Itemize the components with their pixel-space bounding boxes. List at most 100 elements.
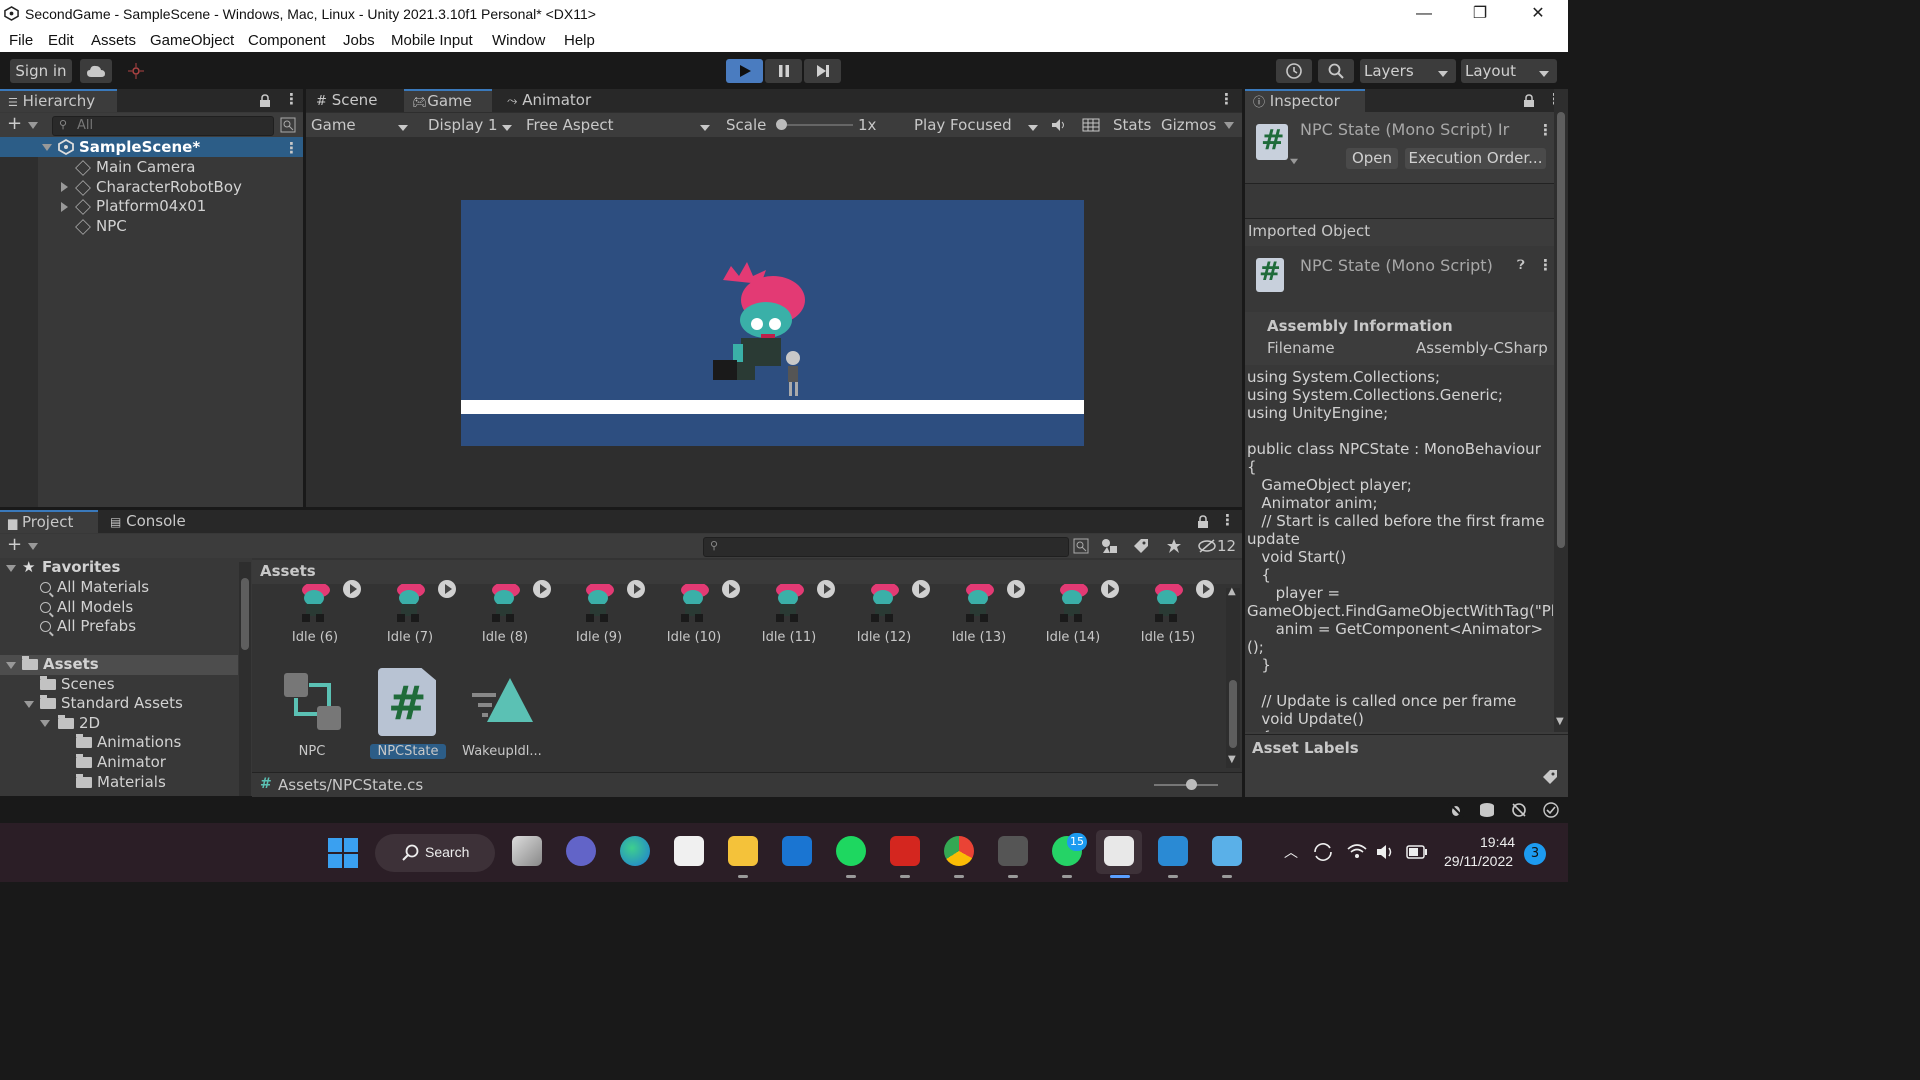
asset-idle-item[interactable]: Idle (9): [554, 580, 645, 646]
favorite-all-materials[interactable]: All Materials: [40, 578, 149, 596]
cloud-button[interactable]: [80, 59, 112, 83]
play-preview-icon[interactable]: [438, 580, 456, 598]
gizmos-dropdown-icon[interactable]: [1224, 122, 1234, 129]
tree-animator[interactable]: Animator: [76, 753, 166, 771]
lock-icon[interactable]: [1197, 515, 1209, 529]
script-more-icon[interactable]: ⋮: [1538, 256, 1553, 274]
play-preview-icon[interactable]: [627, 580, 645, 598]
tab-project[interactable]: ▆ Project: [0, 510, 98, 533]
tab-animator[interactable]: ⤳ Animator: [499, 89, 599, 112]
expand-arrow-icon[interactable]: [61, 182, 68, 192]
clock-date[interactable]: 29/11/2022: [1444, 853, 1513, 869]
asset-idle-item[interactable]: Idle (15): [1123, 580, 1214, 646]
expand-arrow-icon[interactable]: [42, 144, 52, 151]
gizmos-button[interactable]: Gizmos: [1161, 116, 1216, 134]
scroll-down-icon[interactable]: ▼: [1556, 716, 1564, 727]
icon-size-slider-handle[interactable]: [1186, 779, 1197, 790]
menu-help[interactable]: Help: [564, 32, 595, 49]
icon-dropdown-icon[interactable]: [1290, 158, 1298, 165]
tree-scenes[interactable]: Scenes: [40, 675, 115, 693]
play-preview-icon[interactable]: [912, 580, 930, 598]
filter-type-icon[interactable]: [1101, 538, 1119, 554]
menu-mobile-input[interactable]: Mobile Input: [391, 32, 473, 49]
mute-audio-icon[interactable]: [1051, 117, 1067, 133]
project-search-input[interactable]: ⚲: [703, 537, 1069, 557]
project-more-icon[interactable]: ⋮: [1220, 511, 1235, 529]
expand-arrow-icon[interactable]: [61, 202, 68, 212]
menu-edit[interactable]: Edit: [48, 32, 74, 49]
vscode-icon[interactable]: [1158, 836, 1188, 866]
add-dropdown-icon[interactable]: [28, 543, 38, 550]
play-preview-icon[interactable]: [343, 580, 361, 598]
header-more-icon[interactable]: ⋮: [1538, 121, 1553, 139]
check-status-icon[interactable]: [1543, 802, 1559, 818]
scroll-down-icon[interactable]: ▼: [1228, 754, 1236, 765]
tree-scrollbar-thumb[interactable]: [241, 578, 249, 650]
stats-button[interactable]: Stats: [1113, 116, 1151, 134]
add-dropdown-icon[interactable]: [28, 122, 38, 129]
history-button[interactable]: [1276, 59, 1312, 83]
favorite-all-models[interactable]: All Models: [40, 598, 133, 616]
layers-dropdown[interactable]: Layers: [1360, 59, 1456, 83]
filter-label-icon[interactable]: [1133, 538, 1149, 554]
lock-icon[interactable]: [1523, 94, 1535, 108]
asset-idle-item[interactable]: Idle (13): [934, 580, 1025, 646]
file-explorer-icon[interactable]: [728, 836, 758, 866]
breadcrumb[interactable]: Assets: [260, 562, 316, 580]
play-preview-icon[interactable]: [1196, 580, 1214, 598]
menu-assets[interactable]: Assets: [91, 32, 136, 49]
play-preview-icon[interactable]: [722, 580, 740, 598]
asset-idle-item[interactable]: Idle (8): [460, 580, 551, 646]
execution-order-button[interactable]: Execution Order...: [1405, 148, 1546, 169]
windows-start-icon[interactable]: [328, 838, 358, 868]
favorites-title[interactable]: Favorites: [42, 558, 120, 576]
game-view-dropdown[interactable]: Game: [306, 113, 416, 137]
expand-arrow-icon[interactable]: [6, 565, 16, 572]
wifi-icon[interactable]: [1346, 842, 1368, 860]
menu-component[interactable]: Component: [248, 32, 326, 49]
expand-arrow-icon[interactable]: [40, 720, 50, 727]
close-button[interactable]: ✕: [1520, 3, 1556, 25]
prefab-icon[interactable]: [283, 672, 343, 732]
tree-standard-assets[interactable]: Standard Assets: [40, 694, 183, 712]
edge-browser-icon[interactable]: [620, 836, 650, 866]
network-icon[interactable]: [1511, 802, 1527, 818]
battery-icon[interactable]: [1406, 845, 1428, 859]
notification-badge[interactable]: 3: [1524, 843, 1546, 865]
cache-server-icon[interactable]: [1479, 802, 1495, 818]
asset-npcstate-label[interactable]: NPCState: [370, 744, 446, 759]
menu-window[interactable]: Window: [492, 32, 545, 49]
lock-icon[interactable]: [259, 94, 271, 108]
scene-more-icon[interactable]: ⋮: [284, 139, 299, 157]
acrobat-icon[interactable]: [890, 836, 920, 866]
asset-idle-item[interactable]: Idle (12): [839, 580, 930, 646]
add-icon[interactable]: +: [7, 113, 22, 134]
maximize-button[interactable]: ❐: [1462, 3, 1498, 25]
asset-idle-item[interactable]: Idle (10): [649, 580, 740, 646]
debug-icon[interactable]: [1448, 802, 1464, 818]
animation-clip-icon[interactable]: [470, 677, 534, 723]
volume-icon[interactable]: [1376, 843, 1396, 861]
search-scene-icon[interactable]: [280, 117, 296, 133]
asset-idle-item[interactable]: Idle (11): [744, 580, 835, 646]
hierarchy-search-input[interactable]: ⚲ All: [52, 116, 274, 136]
play-button[interactable]: [726, 59, 763, 83]
cs-script-icon[interactable]: #: [378, 668, 436, 736]
scale-slider[interactable]: [781, 124, 853, 126]
tree-animations[interactable]: Animations: [76, 733, 181, 751]
layout-dropdown[interactable]: Layout: [1461, 59, 1557, 83]
tab-console[interactable]: ▤ Console: [102, 510, 194, 533]
play-preview-icon[interactable]: [1007, 580, 1025, 598]
menu-jobs[interactable]: Jobs: [343, 32, 375, 49]
show-hidden-icons-icon[interactable]: ︿: [1284, 842, 1298, 862]
search-scene-icon[interactable]: [1073, 538, 1089, 554]
tree-2d[interactable]: 2D: [58, 714, 100, 732]
aspect-dropdown[interactable]: Free Aspect: [522, 113, 718, 137]
asset-idle-item[interactable]: Idle (7): [365, 580, 456, 646]
expand-arrow-icon[interactable]: [6, 662, 16, 669]
unity-hub-icon[interactable]: [998, 836, 1028, 866]
scale-slider-handle[interactable]: [776, 119, 787, 130]
teams-chat-icon[interactable]: [566, 836, 596, 866]
clock-time[interactable]: 19:44: [1480, 834, 1515, 850]
unity-editor-icon[interactable]: [1104, 836, 1134, 866]
